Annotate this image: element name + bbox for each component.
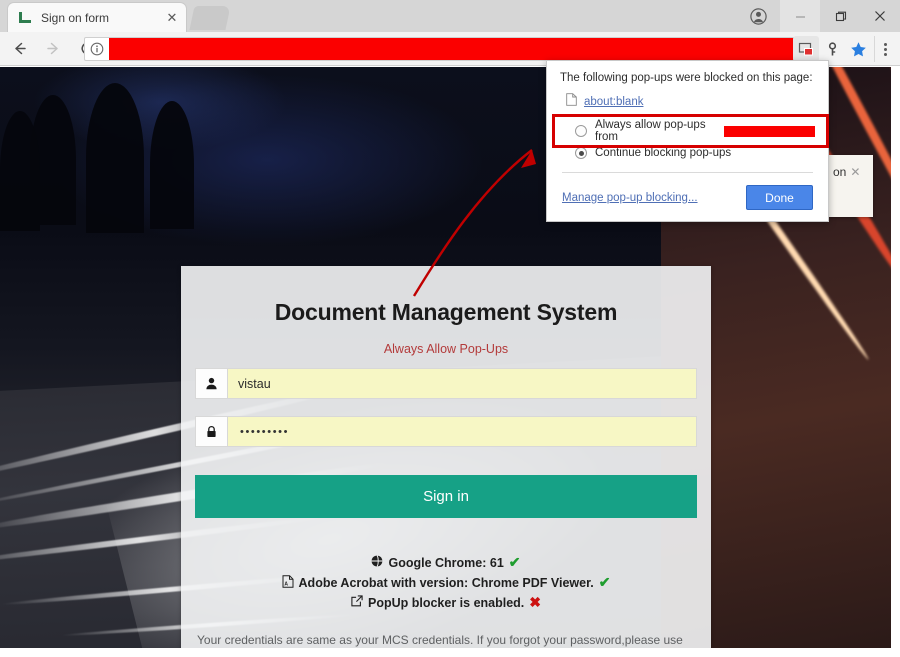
status-line-chrome: Google Chrome: 61 ✔ xyxy=(371,554,521,571)
user-icon xyxy=(195,368,227,399)
tree-silhouette xyxy=(86,83,144,233)
bookmark-star-icon[interactable] xyxy=(845,36,871,62)
bubble-divider xyxy=(562,172,813,173)
radio-continue-blocking-label: Continue blocking pop-ups xyxy=(595,147,732,159)
username-field-row[interactable]: vistau xyxy=(195,368,697,399)
status-cross-icon: ✖ xyxy=(529,594,542,610)
tab-close-icon[interactable]: ✕ xyxy=(164,10,180,26)
lock-icon xyxy=(195,416,227,447)
svg-text:A: A xyxy=(284,581,288,587)
minimize-icon[interactable] xyxy=(780,0,820,32)
address-bar[interactable] xyxy=(84,37,802,61)
key-icon[interactable] xyxy=(819,36,845,62)
tab-strip: Sign on form ✕ xyxy=(0,0,900,32)
chrome-menu-icon[interactable] xyxy=(874,36,896,62)
radio-always-allow-label: Always allow pop-ups from xyxy=(595,119,815,143)
browser-tab[interactable]: Sign on form ✕ xyxy=(8,3,186,32)
status-check-icon: ✔ xyxy=(598,574,611,590)
login-card: Document Management System Always Allow … xyxy=(181,266,711,648)
bubble-footer: Manage pop-up blocking... Done xyxy=(560,185,815,210)
bubble-heading: The following pop-ups were blocked on th… xyxy=(560,72,813,84)
page-file-icon xyxy=(566,93,577,111)
window-controls xyxy=(736,0,900,32)
status-text: Adobe Acrobat with version: Chrome PDF V… xyxy=(298,575,594,590)
manage-popup-blocking-link[interactable]: Manage pop-up blocking... xyxy=(562,192,698,204)
status-check-icon: ✔ xyxy=(508,554,521,570)
page-title: Document Management System xyxy=(274,299,618,325)
password-input[interactable]: ••••••••• xyxy=(227,416,697,447)
tree-silhouette xyxy=(150,101,194,229)
globe-icon xyxy=(371,555,383,570)
pdf-file-icon: A xyxy=(282,574,294,591)
status-text: Google Chrome: 61 xyxy=(388,555,504,570)
status-list: Google Chrome: 61 ✔ A Adobe Acrobat with… xyxy=(181,554,711,611)
sign-in-button[interactable]: Sign in xyxy=(195,475,697,518)
annotation-caption: Always Allow Pop-Ups xyxy=(383,342,509,356)
status-line-popup-blocker: PopUp blocker is enabled. ✖ xyxy=(351,594,541,611)
edge-notification-card[interactable]: on ✕ xyxy=(829,155,873,217)
edge-card-close-icon[interactable]: ✕ xyxy=(850,165,860,179)
popup-blocked-icon[interactable] xyxy=(793,36,819,62)
new-tab-button[interactable] xyxy=(189,6,231,30)
page-favicon-icon xyxy=(18,10,33,25)
popup-blocked-bubble: The following pop-ups were blocked on th… xyxy=(546,60,829,222)
forward-arrow-icon xyxy=(38,34,68,64)
radio-unchecked-icon[interactable] xyxy=(575,125,587,137)
radio-always-allow[interactable]: Always allow pop-ups from xyxy=(560,119,815,143)
done-button[interactable]: Done xyxy=(746,185,813,210)
blocked-popup-item[interactable]: about:blank xyxy=(560,93,815,111)
tab-title: Sign on form xyxy=(41,10,110,25)
edge-card-label: on xyxy=(833,165,847,179)
close-icon[interactable] xyxy=(860,0,900,32)
maximize-icon[interactable] xyxy=(820,0,860,32)
profile-avatar-icon[interactable] xyxy=(736,0,780,32)
back-arrow-icon[interactable] xyxy=(4,34,34,64)
credentials-note: Your credentials are same as your MCS cr… xyxy=(197,633,683,647)
radio-continue-blocking[interactable]: Continue blocking pop-ups xyxy=(560,142,815,164)
external-link-icon xyxy=(351,595,363,610)
password-field-row[interactable]: ••••••••• xyxy=(195,416,697,447)
status-text: PopUp blocker is enabled. xyxy=(367,595,525,610)
info-icon[interactable] xyxy=(85,42,109,56)
radio-label-text: Always allow pop-ups from xyxy=(595,119,706,143)
url-input-redacted[interactable] xyxy=(109,38,800,60)
screenshot-root: Sign on form ✕ on ✕ Document Management … xyxy=(0,0,900,657)
radio-checked-icon[interactable] xyxy=(575,147,587,159)
username-input[interactable]: vistau xyxy=(227,368,697,399)
status-line-acrobat: A Adobe Acrobat with version: Chrome PDF… xyxy=(282,574,611,591)
chrome-browser-window: Sign on form ✕ on ✕ Document Management … xyxy=(0,0,900,657)
tree-silhouette xyxy=(0,111,40,231)
redacted-domain xyxy=(723,125,815,137)
about-blank-link[interactable]: about:blank xyxy=(584,96,643,108)
